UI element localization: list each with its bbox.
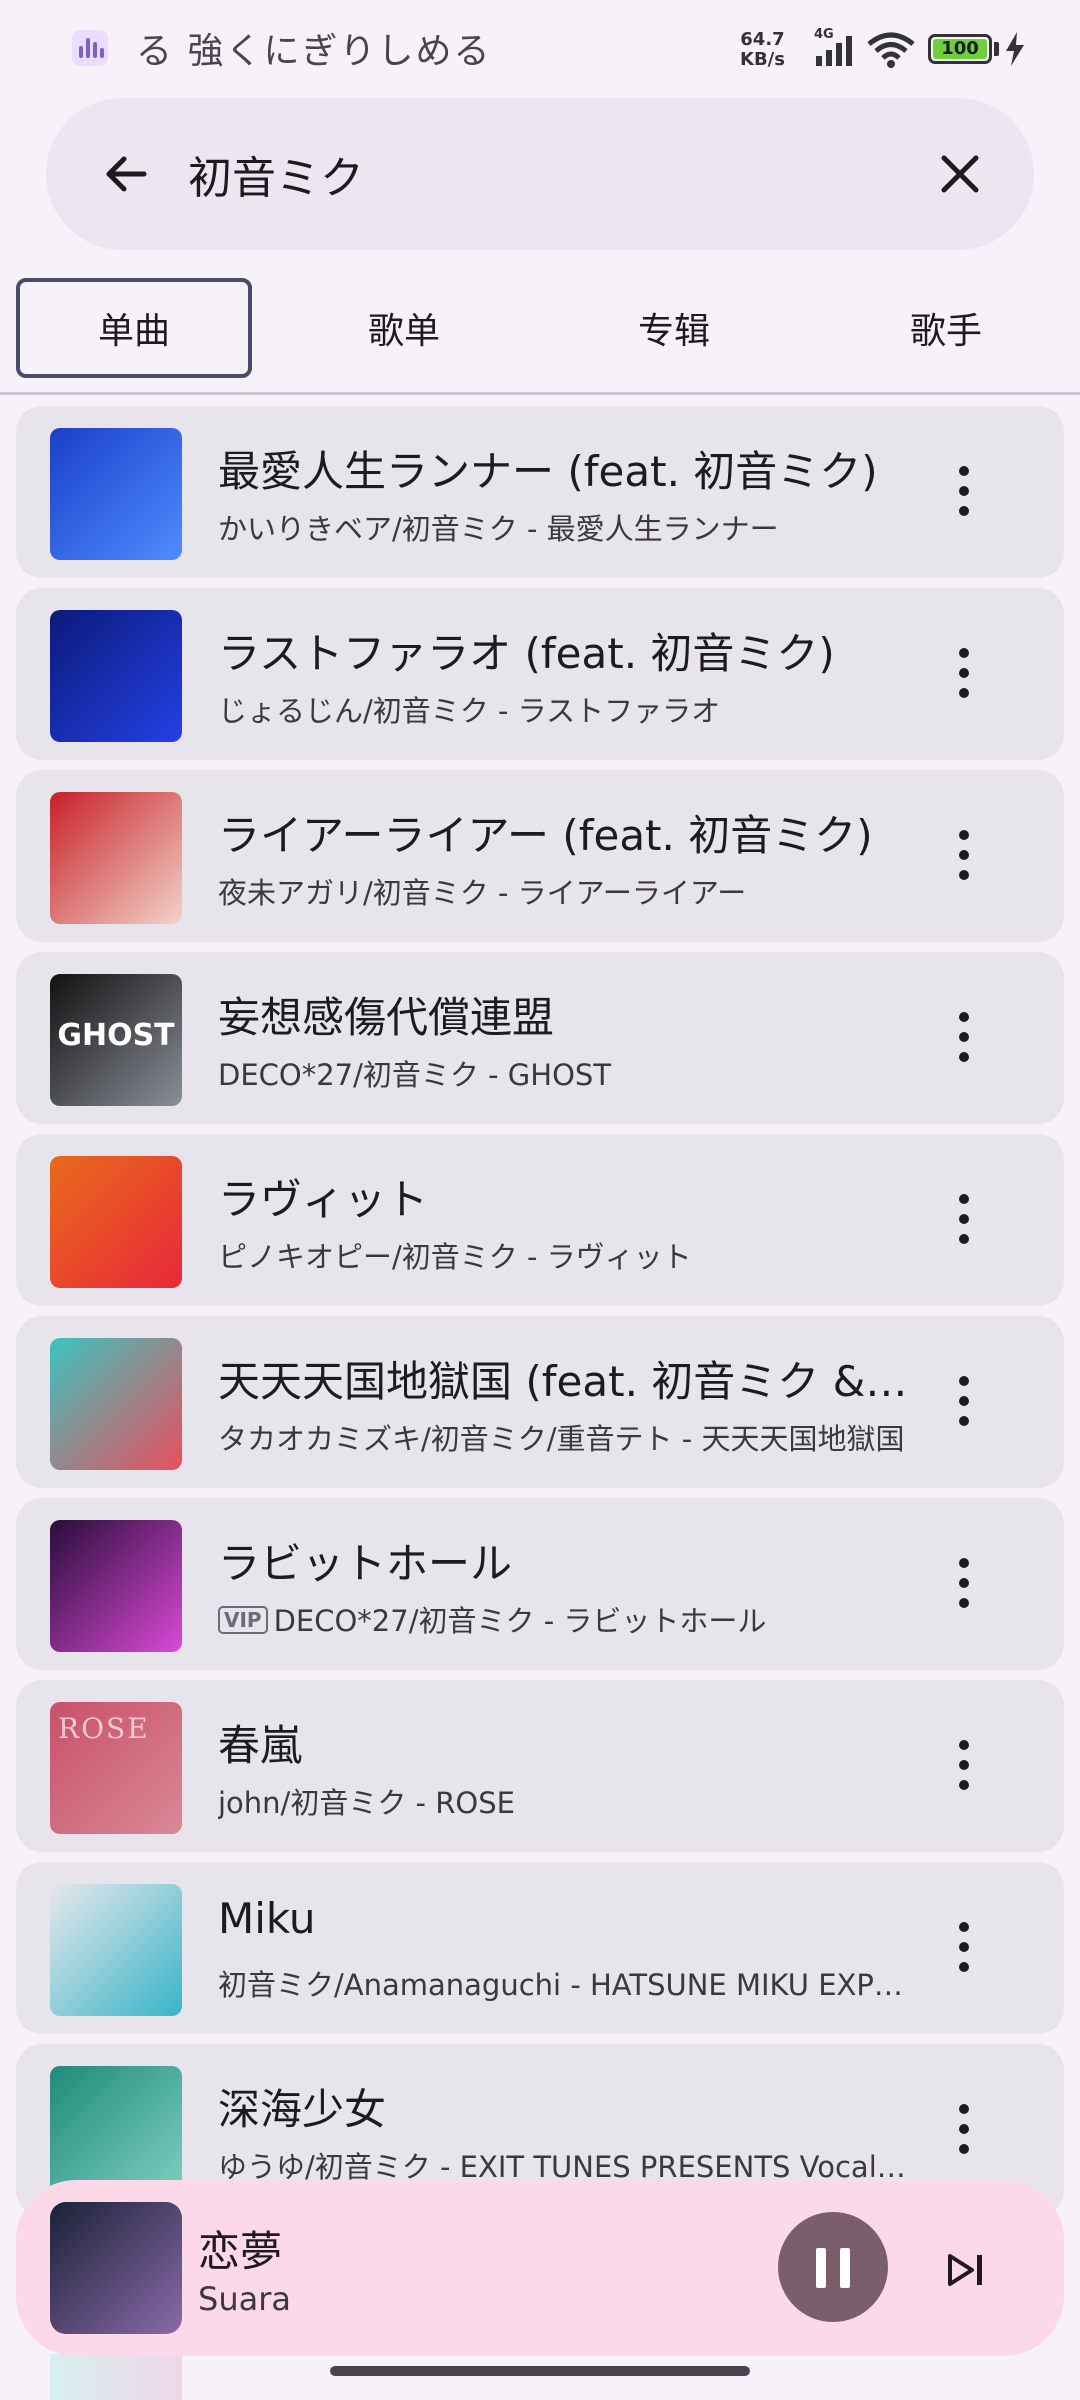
- song-subtitle: かいりきベア/初音ミク - 最愛人生ランナー: [218, 512, 779, 546]
- battery-tip: [994, 42, 999, 56]
- song-subtitle: ピノキオピー/初音ミク - ラヴィット: [218, 1240, 692, 1274]
- song-title: 春嵐: [218, 1721, 303, 1770]
- song-row[interactable]: ROSE 春嵐 john/初音ミク - ROSE: [16, 1680, 1064, 1852]
- album-cover: [50, 792, 182, 924]
- more-vert-icon[interactable]: [956, 1740, 972, 1796]
- more-vert-icon[interactable]: [956, 1558, 972, 1614]
- list-item-peek: [34, 2354, 1046, 2400]
- album-cover: [50, 1884, 182, 2016]
- song-row[interactable]: GHOST 妄想感傷代償連盟 DECO*27/初音ミク - GHOST: [16, 952, 1064, 1124]
- song-subtitle: DECO*27/初音ミク - GHOST: [218, 1058, 612, 1092]
- now-playing-artist: Suara: [198, 2280, 291, 2318]
- now-playing-title: 恋夢: [198, 2227, 283, 2276]
- more-vert-icon[interactable]: [956, 1376, 972, 1432]
- song-subtitle: 夜未アガリ/初音ミク - ライアーライアー: [218, 876, 747, 910]
- more-vert-icon[interactable]: [956, 2104, 972, 2160]
- mini-player[interactable]: 恋夢 Suara: [16, 2180, 1064, 2356]
- album-cover: [50, 610, 182, 742]
- song-row[interactable]: ラストファラオ (feat. 初音ミク) じょるじん/初音ミク - ラストファラ…: [16, 588, 1064, 760]
- network-speed-unit: KB/s: [740, 49, 785, 70]
- cover-lettering: GHOST: [57, 1018, 175, 1053]
- song-subtitle: john/初音ミク - ROSE: [218, 1786, 515, 1820]
- gesture-nav-handle[interactable]: [330, 2366, 750, 2376]
- cellular-signal-icon: 4G: [814, 27, 852, 66]
- song-title: 天天天国地獄国 (feat. 初音ミク & 重音テト): [218, 1357, 918, 1406]
- close-icon[interactable]: [932, 146, 988, 202]
- more-vert-icon[interactable]: [956, 1922, 972, 1978]
- vip-badge: VIP: [218, 1606, 268, 1634]
- charging-icon: [1006, 32, 1024, 66]
- song-title: ラヴィット: [218, 1175, 429, 1224]
- arrow-left-icon[interactable]: [96, 144, 156, 204]
- more-vert-icon[interactable]: [956, 1012, 972, 1068]
- song-subtitle: タカオカミズキ/初音ミク/重音テト - 天天天国地獄国: [218, 1422, 905, 1456]
- network-speed: 64.7 KB/s: [740, 30, 785, 70]
- tab-songs[interactable]: 单曲: [16, 278, 252, 378]
- song-row[interactable]: ライアーライアー (feat. 初音ミク) 夜未アガリ/初音ミク - ライアーラ…: [16, 770, 1064, 942]
- song-subtitle-text: DECO*27/初音ミク - ラビットホール: [273, 1604, 767, 1638]
- cover-lettering: ROSE: [58, 1712, 150, 1745]
- svg-text:4G: 4G: [814, 27, 834, 42]
- more-vert-icon[interactable]: [956, 1194, 972, 1250]
- song-title: 深海少女: [218, 2085, 387, 2134]
- search-input[interactable]: 初音ミク: [188, 142, 364, 206]
- more-vert-icon[interactable]: [956, 830, 972, 886]
- song-subtitle: VIP DECO*27/初音ミク - ラビットホール: [218, 1598, 918, 1640]
- battery-level: 100: [933, 39, 987, 59]
- song-title: ラビットホール: [218, 1539, 513, 1588]
- song-title: 最愛人生ランナー (feat. 初音ミク): [218, 447, 878, 496]
- now-playing-cover: [50, 2202, 182, 2334]
- song-row[interactable]: 最愛人生ランナー (feat. 初音ミク) かいりきベア/初音ミク - 最愛人生…: [16, 406, 1064, 578]
- status-bar: る 強くにぎりしめる 64.7 KB/s 4G 100: [0, 0, 1080, 100]
- song-row[interactable]: 天天天国地獄国 (feat. 初音ミク & 重音テト) タカオカミズキ/初音ミク…: [16, 1316, 1064, 1488]
- song-title: Miku: [218, 1894, 316, 1943]
- result-type-tabs: 单曲 歌单 专辑 歌手: [0, 270, 1080, 390]
- album-cover: [50, 428, 182, 560]
- album-cover: [50, 2066, 182, 2198]
- song-subtitle: 初音ミク/Anamanaguchi - HATSUNE MIKU EXPO 20…: [218, 1968, 918, 2002]
- tab-playlists[interactable]: 歌单: [286, 278, 522, 378]
- album-cover: [50, 1338, 182, 1470]
- battery-icon: 100: [928, 34, 992, 64]
- network-speed-value: 64.7: [740, 29, 785, 50]
- tab-albums[interactable]: 专辑: [556, 278, 792, 378]
- lyric-ticker: る 強くにぎりしめる: [136, 31, 492, 72]
- more-vert-icon[interactable]: [956, 648, 972, 704]
- song-title: ライアーライアー (feat. 初音ミク): [218, 811, 873, 860]
- pause-icon[interactable]: [778, 2212, 888, 2322]
- album-cover: [50, 1520, 182, 1652]
- album-cover: [50, 1156, 182, 1288]
- search-bar: 初音ミク: [46, 98, 1034, 250]
- album-cover: GHOST: [50, 974, 182, 1106]
- song-title: 妄想感傷代償連盟: [218, 993, 555, 1042]
- music-app-icon: [72, 30, 108, 66]
- song-row[interactable]: Miku 初音ミク/Anamanaguchi - HATSUNE MIKU EX…: [16, 1862, 1064, 2034]
- song-subtitle: じょるじん/初音ミク - ラストファラオ: [218, 694, 721, 728]
- skip-next-icon[interactable]: [946, 2250, 986, 2290]
- tab-artists[interactable]: 歌手: [828, 278, 1064, 378]
- song-title: ラストファラオ (feat. 初音ミク): [218, 629, 835, 678]
- tabs-divider: [0, 392, 1080, 395]
- more-vert-icon[interactable]: [956, 466, 972, 522]
- wifi-icon: [867, 32, 915, 68]
- song-row[interactable]: ラビットホール VIP DECO*27/初音ミク - ラビットホール: [16, 1498, 1064, 1670]
- song-row[interactable]: ラヴィット ピノキオピー/初音ミク - ラヴィット: [16, 1134, 1064, 1306]
- album-cover: ROSE: [50, 1702, 182, 1834]
